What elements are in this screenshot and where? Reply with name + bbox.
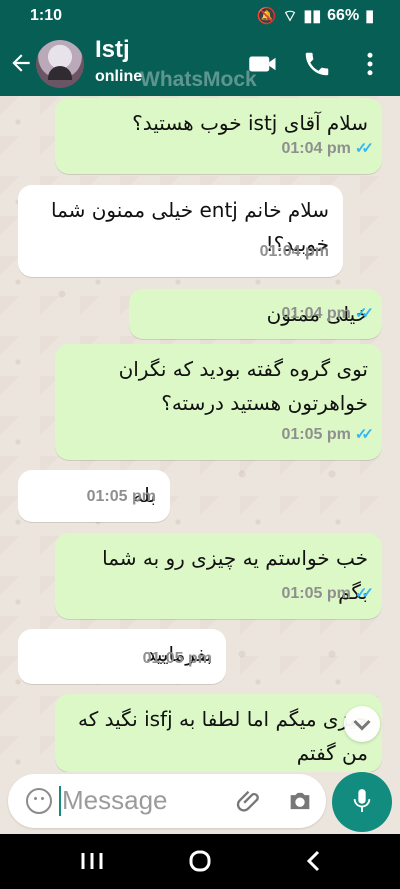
message-meta: 01:05 pm	[87, 480, 156, 514]
back-icon[interactable]	[8, 50, 34, 76]
chat-area[interactable]: سلام آقای istj خوب هستید؟ 01:04 pm ✓✓ سلا…	[0, 96, 400, 772]
status-bar: 1:10 🔕 ⌔ ▮▮ 66% ▮	[0, 0, 400, 32]
message-meta: 01:05 pm ✓✓	[281, 418, 374, 452]
read-ticks-icon: ✓✓	[354, 140, 374, 157]
voice-message-button[interactable]	[332, 772, 392, 832]
message-input-placeholder[interactable]: Message	[62, 785, 168, 816]
message-meta: 01:04 pm ✓✓	[281, 132, 374, 166]
emoji-icon[interactable]	[26, 788, 52, 814]
signal-icon: ▮▮	[303, 8, 322, 25]
message-bubble[interactable]: بله 01:05 pm	[18, 470, 170, 522]
recent-apps-icon[interactable]	[78, 849, 106, 873]
message-text: چیزی میگم اما لطفا به isfj نگید که من گف…	[77, 707, 368, 765]
message-time: 01:05 pm	[86, 488, 156, 505]
message-bubble[interactable]: چیزی میگم اما لطفا به isfj نگید که من گف…	[55, 694, 382, 772]
battery-icon: ▮	[365, 8, 374, 25]
status-icons: 🔕 ⌔ ▮▮ 66% ▮	[257, 6, 374, 26]
message-bubble[interactable]: خب خواستم یه چیزی رو به شما بگم 01:05 pm…	[55, 533, 382, 619]
message-bubble[interactable]: سلام خانم entj خیلی ممنون شما خوبید؟! 01…	[18, 185, 343, 277]
message-meta: 01:05 pm ✓✓	[281, 577, 374, 611]
message-text: توی گروه گفته بودید که نگران خواهرتون هس…	[118, 357, 368, 415]
scroll-down-button[interactable]	[344, 706, 380, 742]
paperclip-icon[interactable]	[236, 787, 264, 815]
chevron-down-icon	[353, 719, 371, 731]
back-navigation-icon[interactable]	[300, 849, 328, 873]
message-meta: 01:04 pm ✓✓	[281, 297, 374, 331]
battery-text: 66%	[327, 7, 360, 24]
message-meta: 01:05 pm	[143, 642, 212, 676]
message-time: 01:04 pm	[281, 140, 351, 157]
phone-icon[interactable]	[302, 49, 332, 79]
message-time: 01:04 pm	[281, 305, 351, 322]
message-bubble[interactable]: بفرمایید 01:05 pm	[18, 629, 226, 684]
status-time: 1:10	[30, 7, 63, 24]
mute-icon: 🔕	[256, 8, 277, 25]
android-navigation-bar	[0, 834, 400, 889]
message-time: 01:05 pm	[281, 426, 351, 443]
read-ticks-icon: ✓✓	[354, 585, 374, 602]
wifi-icon: ⌔	[282, 8, 298, 25]
message-meta: 01:04 pm	[260, 235, 329, 269]
message-input-container[interactable]: Message	[8, 774, 326, 828]
message-bubble[interactable]: سلام آقای istj خوب هستید؟ 01:04 pm ✓✓	[55, 98, 382, 174]
camera-icon[interactable]	[286, 787, 314, 815]
video-call-icon[interactable]	[248, 49, 278, 79]
message-bubble[interactable]: خیلی ممنون 01:04 pm ✓✓	[129, 289, 382, 339]
message-time: 01:05 pm	[142, 650, 212, 667]
text-cursor	[59, 786, 61, 816]
microphone-icon	[353, 789, 371, 812]
read-ticks-icon: ✓✓	[354, 426, 374, 443]
message-time: 01:04 pm	[259, 243, 329, 260]
watermark: WhatsMock	[140, 68, 257, 91]
read-ticks-icon: ✓✓	[354, 305, 374, 322]
contact-avatar[interactable]	[36, 40, 84, 88]
message-time: 01:05 pm	[281, 585, 351, 602]
home-icon[interactable]	[186, 849, 214, 873]
message-composer: Message	[0, 772, 400, 834]
chat-header: Istj online WhatsMock	[0, 32, 400, 96]
contact-status: online	[95, 68, 143, 85]
more-options-icon[interactable]	[355, 49, 385, 79]
message-bubble[interactable]: توی گروه گفته بودید که نگران خواهرتون هس…	[55, 344, 382, 460]
contact-name[interactable]: Istj	[95, 36, 130, 64]
